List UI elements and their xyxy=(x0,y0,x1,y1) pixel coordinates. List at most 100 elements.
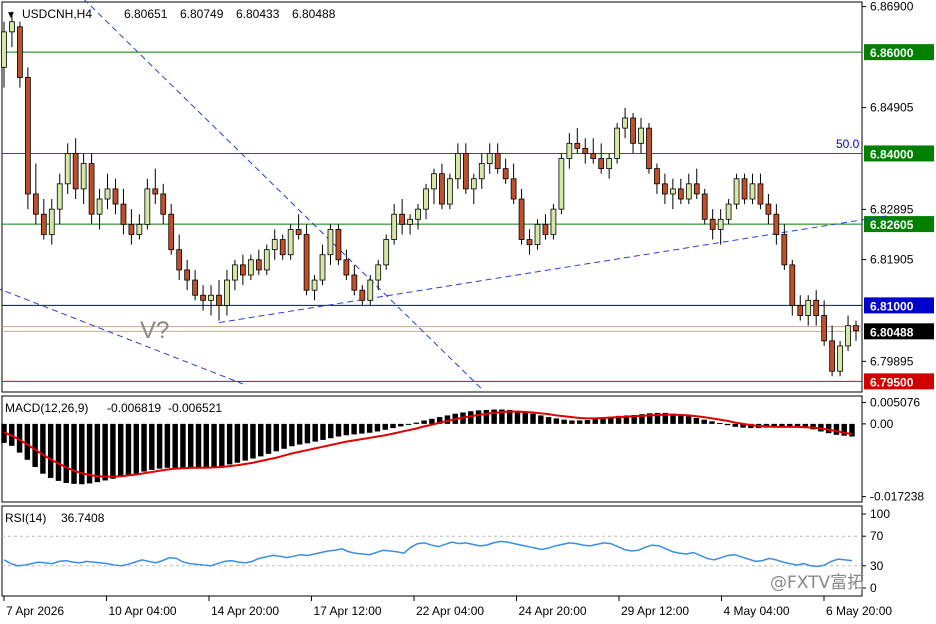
level-tag-label: 6.84000 xyxy=(870,147,914,161)
candle-body xyxy=(40,213,47,235)
candle-body xyxy=(263,249,270,271)
v-annotation: V? xyxy=(140,317,169,344)
candle-body xyxy=(837,345,843,372)
candle-body xyxy=(232,264,238,281)
macd-bar xyxy=(117,423,124,478)
candle-body xyxy=(853,325,859,332)
candle-body xyxy=(701,193,708,220)
macd-bar xyxy=(71,423,77,484)
macd-bar xyxy=(40,423,46,474)
macd-bar xyxy=(234,423,241,463)
macd-bar xyxy=(203,423,209,469)
price-tick-label: 6.81905 xyxy=(870,253,914,267)
candle-body xyxy=(733,178,740,205)
macd-bar xyxy=(491,409,497,424)
macd-value: -0.006819 xyxy=(107,401,161,415)
candle-body xyxy=(48,208,55,235)
candle-body xyxy=(781,234,788,266)
candle-body xyxy=(582,147,589,154)
macd-bar xyxy=(24,423,31,460)
fib-50-label: 50.0 xyxy=(836,137,860,151)
macd-bar xyxy=(172,423,178,468)
level-tag-label: 6.80488 xyxy=(870,325,914,339)
rsi-tick-label: 100 xyxy=(870,507,890,521)
candle-body xyxy=(550,208,557,235)
candle-body xyxy=(494,153,501,170)
candle-body xyxy=(845,325,851,347)
level-tag-label: 6.81000 xyxy=(870,299,914,313)
candle-body xyxy=(168,213,175,251)
macd-bar xyxy=(709,421,715,424)
x-tick-label: 14 Apr 20:00 xyxy=(211,604,279,618)
macd-bar xyxy=(335,423,342,437)
macd-bar xyxy=(63,423,69,483)
candle-body xyxy=(486,153,493,164)
candle-body xyxy=(96,198,103,215)
macd-bar xyxy=(475,410,482,424)
low-value: 6.80433 xyxy=(236,7,280,21)
macd-bar xyxy=(833,423,840,435)
downtrend-line-lower xyxy=(0,288,244,385)
macd-bar xyxy=(312,423,318,442)
macd-bar xyxy=(483,409,490,424)
chart-canvas: 6.86000 6.84000 6.82605 6.81000 6.80488 6.795… xyxy=(0,0,934,618)
x-tick-label: 29 Apr 12:00 xyxy=(621,604,689,618)
macd-bar xyxy=(343,423,350,436)
candle-body xyxy=(200,294,206,301)
price-tick-label: 6.79895 xyxy=(870,354,914,368)
candle-body xyxy=(64,153,71,185)
macd-bar xyxy=(250,423,256,459)
candle-body xyxy=(510,178,517,200)
candle-body xyxy=(518,198,525,240)
macd-bar xyxy=(701,419,707,424)
macd-tick-label: 0.00 xyxy=(870,417,894,431)
candle-body xyxy=(335,229,342,261)
level-tag-label: 6.82605 xyxy=(870,218,914,232)
candle-body xyxy=(741,178,748,200)
rsi-tick-label: 70 xyxy=(870,529,884,543)
macd-signal-value: -0.006521 xyxy=(168,401,222,415)
x-tick-label: 17 Apr 12:00 xyxy=(314,604,382,618)
candle-body xyxy=(287,229,294,256)
open-value: 6.80651 xyxy=(124,7,168,21)
candle-body xyxy=(423,188,429,210)
candle-body xyxy=(455,153,461,180)
candle-body xyxy=(757,183,764,205)
macd-bar xyxy=(561,419,567,424)
level-tag-label: 6.79500 xyxy=(870,375,914,389)
macd-bar xyxy=(538,415,544,424)
candle-body xyxy=(9,21,15,33)
rsi-title: RSI(14) xyxy=(5,511,46,525)
candle-body xyxy=(160,193,167,215)
rsi-tick-label: 30 xyxy=(870,559,884,573)
macd-bar xyxy=(219,423,225,467)
candle-body xyxy=(17,26,23,78)
candle-body xyxy=(104,188,111,200)
macd-bar xyxy=(55,423,62,481)
macd-bar xyxy=(32,423,38,467)
candle-body xyxy=(439,173,445,205)
macd-bar xyxy=(514,410,521,424)
candle-body xyxy=(574,142,581,149)
macd-title: MACD(12,26,9) xyxy=(5,401,88,415)
candle-body xyxy=(311,279,318,291)
macd-bar xyxy=(195,423,202,469)
candle-body xyxy=(542,223,549,235)
x-tick-label: 4 May 04:00 xyxy=(724,604,790,618)
macd-bar xyxy=(47,423,54,478)
candle-body xyxy=(765,203,772,215)
candle-body xyxy=(709,218,716,230)
chart-root: 6.86000 6.84000 6.82605 6.81000 6.80488 6.795… xyxy=(0,0,936,624)
dropdown-arrow-icon[interactable]: ▼ xyxy=(6,10,16,21)
candle-body xyxy=(247,259,254,276)
macd-tick-label: 0.005076 xyxy=(870,395,920,409)
candle-body xyxy=(630,117,636,144)
candle-body xyxy=(319,254,326,281)
macd-bar xyxy=(678,415,684,424)
macd-bar xyxy=(685,416,692,424)
close-value: 6.80488 xyxy=(292,7,336,21)
candle-body xyxy=(725,203,732,220)
macd-bar xyxy=(405,423,412,425)
macd-bar xyxy=(141,423,147,472)
candle-body xyxy=(478,163,485,180)
